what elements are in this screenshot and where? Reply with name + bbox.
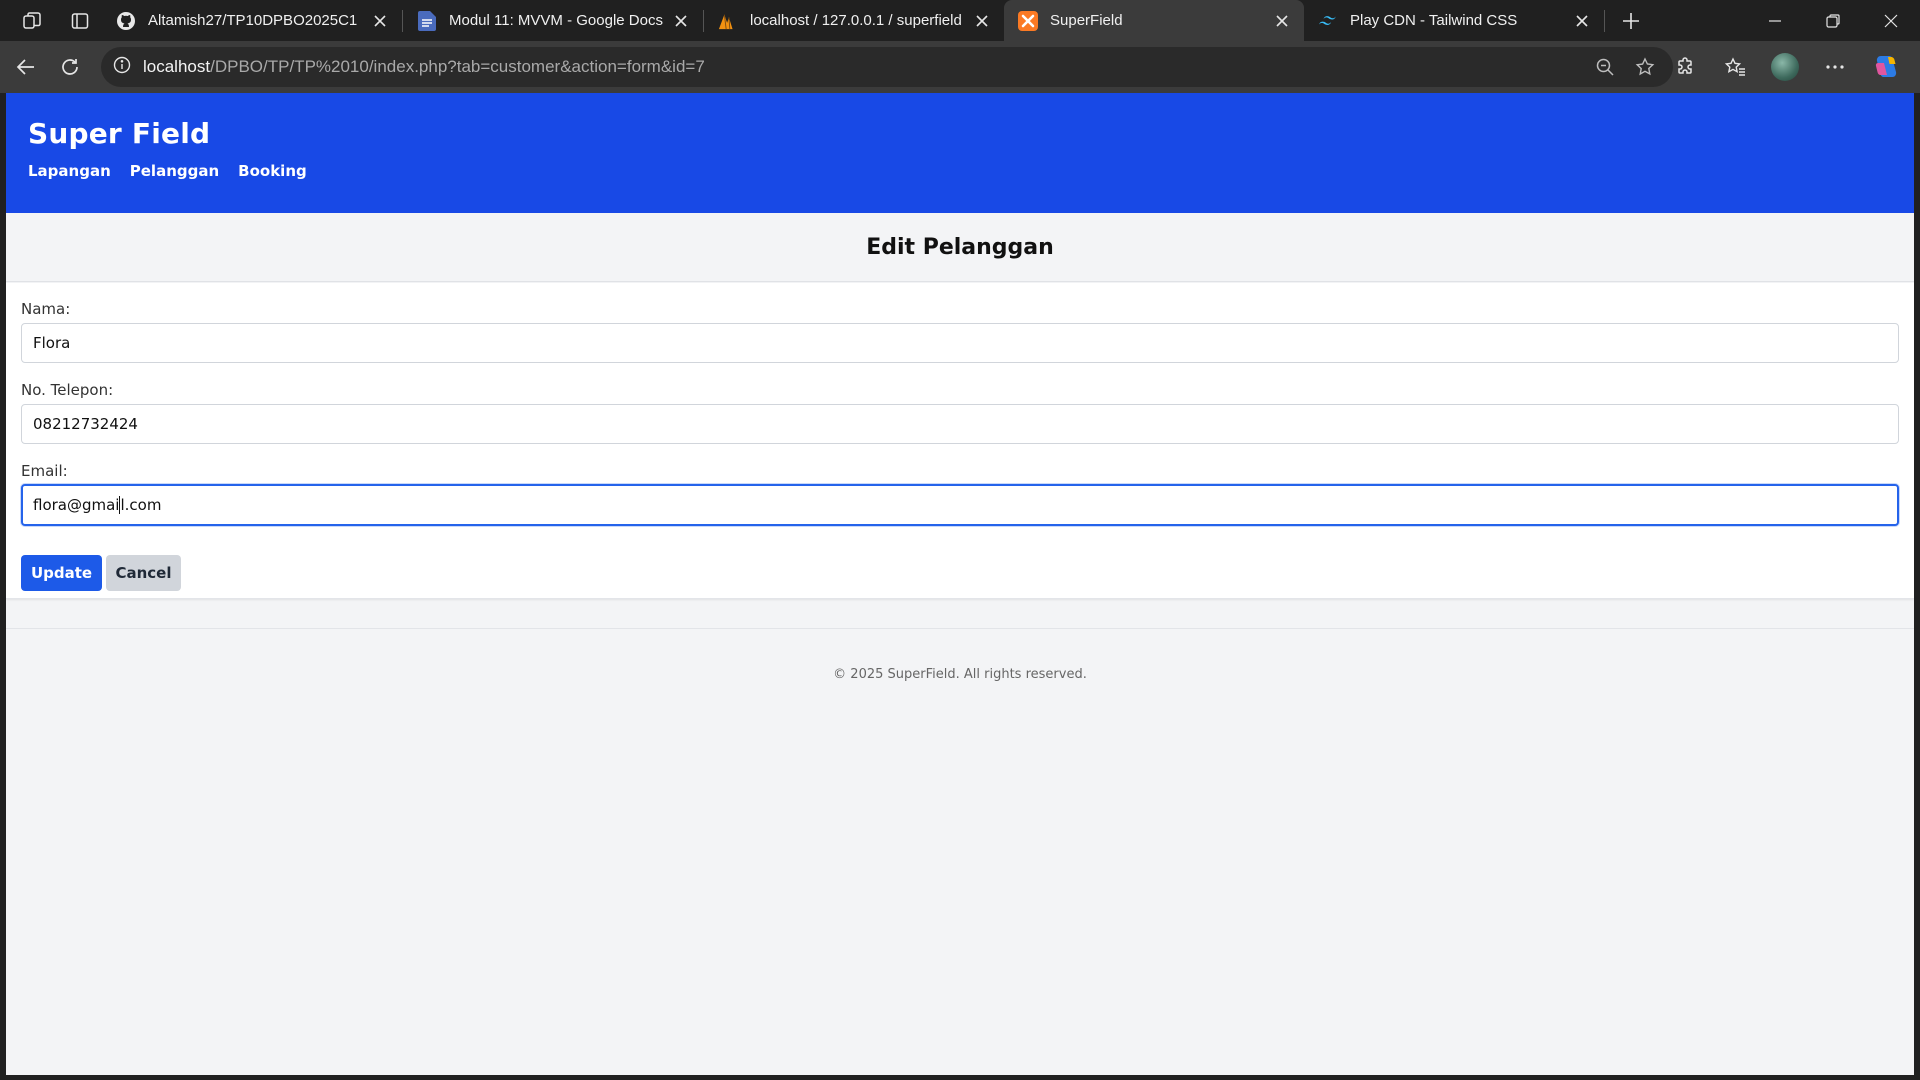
google-docs-icon bbox=[417, 10, 437, 31]
nav-link-booking[interactable]: Booking bbox=[238, 162, 307, 180]
tab-title: Modul 11: MVVM - Google Docs bbox=[449, 12, 663, 29]
tab-tailwind[interactable]: Play CDN - Tailwind CSS bbox=[1304, 0, 1604, 41]
tab-google-docs[interactable]: Modul 11: MVVM - Google Docs bbox=[403, 0, 703, 41]
site-nav: Lapangan Pelanggan Booking bbox=[28, 162, 1914, 180]
tab-title: localhost / 127.0.0.1 / superfield / bbox=[750, 12, 966, 29]
url-host: localhost bbox=[143, 57, 211, 76]
profile-avatar[interactable] bbox=[1760, 47, 1810, 87]
site-header: Super Field Lapangan Pelanggan Booking bbox=[6, 93, 1914, 213]
address-bar[interactable]: localhost/DPBO/TP/TP%2010/index.php?tab=… bbox=[101, 47, 1673, 87]
url-text: localhost/DPBO/TP/TP%2010/index.php?tab=… bbox=[143, 57, 705, 77]
close-tab-icon[interactable] bbox=[1272, 11, 1292, 31]
url-path: /DPBO/TP/TP%2010/index.php?tab=customer&… bbox=[210, 57, 705, 76]
extensions-icon[interactable] bbox=[1660, 47, 1710, 87]
site-footer: © 2025 SuperField. All rights reserved. bbox=[833, 667, 1087, 682]
phpmyadmin-icon bbox=[718, 11, 738, 31]
new-tab-button[interactable] bbox=[1609, 0, 1653, 41]
close-tab-icon[interactable] bbox=[1572, 11, 1592, 31]
window-controls bbox=[1746, 0, 1920, 41]
nav-link-pelanggan[interactable]: Pelanggan bbox=[130, 162, 219, 180]
browser-toolbar: localhost/DPBO/TP/TP%2010/index.php?tab=… bbox=[0, 41, 1920, 93]
tab-title: Altamish27/TP10DPBO2025C1 bbox=[148, 12, 358, 29]
zoom-out-icon[interactable] bbox=[1585, 47, 1625, 87]
nama-input[interactable]: Flora bbox=[21, 323, 1899, 363]
cancel-button[interactable]: Cancel bbox=[106, 555, 181, 591]
workspaces-icon[interactable] bbox=[0, 0, 58, 41]
window-bottom-edge bbox=[0, 1075, 1920, 1080]
back-icon[interactable] bbox=[4, 47, 48, 87]
github-icon bbox=[116, 11, 136, 31]
site-brand[interactable]: Super Field bbox=[28, 117, 1914, 150]
tab-superfield[interactable]: SuperField bbox=[1004, 0, 1304, 41]
tab-github[interactable]: Altamish27/TP10DPBO2025C1 bbox=[102, 0, 402, 41]
xampp-icon bbox=[1018, 10, 1038, 31]
close-window-icon[interactable] bbox=[1862, 0, 1920, 41]
email-label: Email: bbox=[21, 462, 68, 480]
nav-link-lapangan[interactable]: Lapangan bbox=[28, 162, 111, 180]
browser-tab-strip: Altamish27/TP10DPBO2025C1 Modul 11: MVVM… bbox=[0, 0, 1920, 41]
form-card-header: Edit Pelanggan bbox=[6, 213, 1914, 282]
email-input[interactable]: flora@gmai l.com bbox=[21, 484, 1899, 526]
toolbar-right bbox=[1660, 47, 1910, 87]
customer-edit-form: Nama: Flora No. Telepon: 08212732424 Ema… bbox=[6, 283, 1914, 599]
update-button[interactable]: Update bbox=[21, 555, 102, 591]
tab-divider bbox=[1604, 9, 1605, 32]
nama-label: Nama: bbox=[21, 300, 71, 318]
footer-divider bbox=[6, 628, 1914, 629]
favorite-star-icon[interactable] bbox=[1625, 47, 1665, 87]
more-options-icon[interactable] bbox=[1810, 47, 1860, 87]
tab-title: SuperField bbox=[1050, 12, 1123, 29]
favorites-icon[interactable] bbox=[1710, 47, 1760, 87]
email-value-before-caret: flora@gmai bbox=[33, 496, 120, 514]
page-title: Edit Pelanggan bbox=[866, 234, 1054, 260]
close-tab-icon[interactable] bbox=[370, 11, 390, 31]
tab-phpmyadmin[interactable]: localhost / 127.0.0.1 / superfield / bbox=[704, 0, 1004, 41]
address-bar-actions bbox=[1585, 47, 1665, 87]
close-tab-icon[interactable] bbox=[671, 11, 691, 31]
copilot-icon[interactable] bbox=[1860, 47, 1910, 87]
vertical-tabs-icon[interactable] bbox=[58, 0, 102, 41]
tailwind-icon bbox=[1318, 11, 1338, 31]
page-viewport: Super Field Lapangan Pelanggan Booking E… bbox=[6, 93, 1914, 1075]
tab-title: Play CDN - Tailwind CSS bbox=[1350, 12, 1518, 29]
avatar bbox=[1771, 53, 1799, 81]
restore-icon[interactable] bbox=[1804, 0, 1862, 41]
email-value-after-caret: l.com bbox=[120, 496, 162, 514]
refresh-icon[interactable] bbox=[48, 47, 92, 87]
minimize-icon[interactable] bbox=[1746, 0, 1804, 41]
site-info-icon[interactable] bbox=[113, 56, 131, 79]
telepon-label: No. Telepon: bbox=[21, 381, 114, 399]
telepon-input[interactable]: 08212732424 bbox=[21, 404, 1899, 444]
close-tab-icon[interactable] bbox=[972, 11, 992, 31]
